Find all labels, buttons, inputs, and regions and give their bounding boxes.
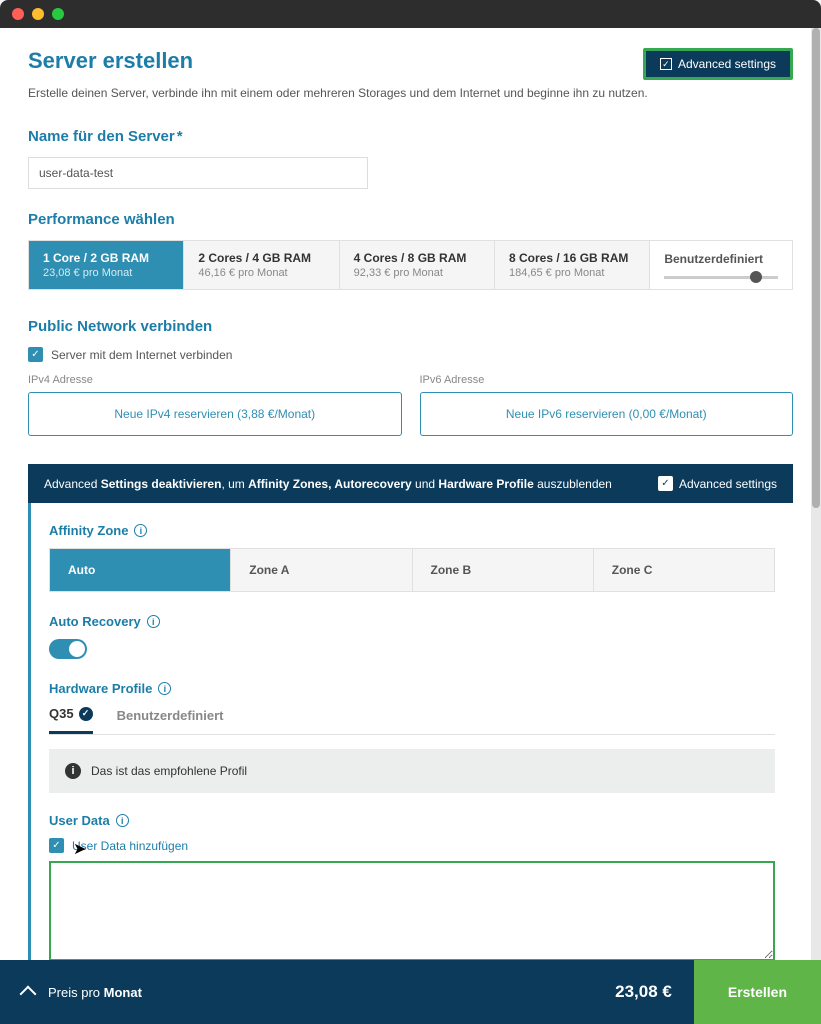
check-icon: ✓ (658, 476, 673, 491)
hardware-profile-label: Hardware Profile i (49, 681, 775, 696)
check-icon: ✓ (28, 347, 43, 362)
zone-a[interactable]: Zone A (231, 549, 412, 591)
advanced-settings-toggle[interactable]: ✓ Advanced settings (658, 476, 777, 491)
chevron-up-icon[interactable] (20, 986, 37, 1003)
footer-bar: Preis pro Monat 23,08 € Erstellen (0, 960, 821, 1024)
affinity-zone-options: Auto Zone A Zone B Zone C (49, 548, 775, 592)
total-price: 23,08 € (615, 960, 694, 1024)
advanced-banner: Advanced Settings deaktivieren, um Affin… (28, 464, 793, 503)
perf-option-2cores[interactable]: 2 Cores / 4 GB RAM 46,16 € pro Monat (184, 241, 339, 289)
performance-label: Performance wählen (28, 211, 793, 228)
perf-option-1core[interactable]: 1 Core / 2 GB RAM 23,08 € pro Monat (29, 241, 184, 289)
info-icon[interactable]: i (134, 524, 147, 537)
create-button[interactable]: Erstellen (694, 960, 821, 1024)
user-data-label: User Data i (49, 813, 775, 828)
perf-option-4cores[interactable]: 4 Cores / 8 GB RAM 92,33 € pro Monat (340, 241, 495, 289)
window-titlebar (0, 0, 821, 28)
page-title: Server erstellen (28, 48, 193, 74)
network-label: Public Network verbinden (28, 318, 793, 335)
page-subtitle: Erstelle deinen Server, verbinde ihn mit… (28, 86, 793, 100)
internet-checkbox-row[interactable]: ✓ Server mit dem Internet verbinden (28, 347, 793, 362)
affinity-zone-label: Affinity Zone i (49, 523, 775, 538)
scrollbar-thumb[interactable] (812, 28, 820, 508)
maximize-window-icon[interactable] (52, 8, 64, 20)
reserve-ipv4-button[interactable]: Neue IPv4 reservieren (3,88 €/Monat) (28, 392, 402, 436)
check-icon: ✓ (49, 838, 64, 853)
server-name-input[interactable] (28, 157, 368, 189)
user-data-textarea[interactable] (49, 861, 775, 960)
info-icon[interactable]: i (158, 682, 171, 695)
advanced-settings-label: Advanced settings (678, 57, 776, 71)
custom-slider[interactable] (664, 276, 778, 279)
perf-option-8cores[interactable]: 8 Cores / 16 GB RAM 184,65 € pro Monat (495, 241, 650, 289)
auto-recovery-toggle[interactable] (49, 639, 87, 659)
zone-c[interactable]: Zone C (594, 549, 774, 591)
info-icon[interactable]: i (147, 615, 160, 628)
price-label: Preis pro Monat (48, 985, 142, 1000)
zone-b[interactable]: Zone B (413, 549, 594, 591)
perf-option-custom[interactable]: Benutzerdefiniert (650, 241, 792, 289)
main-content: Server erstellen ✓ Advanced settings Ers… (0, 28, 821, 960)
performance-options: 1 Core / 2 GB RAM 23,08 € pro Monat 2 Co… (28, 240, 793, 290)
advanced-settings-button[interactable]: ✓ Advanced settings (643, 48, 793, 80)
hw-tab-custom[interactable]: Benutzerdefiniert (117, 706, 224, 734)
zone-auto[interactable]: Auto (50, 549, 231, 591)
ipv4-label: IPv4 Adresse (28, 374, 402, 386)
reserve-ipv6-button[interactable]: Neue IPv6 reservieren (0,00 €/Monat) (420, 392, 794, 436)
check-icon: ✓ (660, 58, 672, 70)
server-name-label: Name für den Server (28, 128, 793, 145)
minimize-window-icon[interactable] (32, 8, 44, 20)
hw-tab-q35[interactable]: Q35 ✓ (49, 706, 93, 734)
auto-recovery-label: Auto Recovery i (49, 614, 775, 629)
ipv6-label: IPv6 Adresse (420, 374, 794, 386)
close-window-icon[interactable] (12, 8, 24, 20)
info-icon: i (65, 763, 81, 779)
recommended-profile-banner: i Das ist das empfohlene Profil (49, 749, 775, 793)
user-data-checkbox-row[interactable]: ✓ User Data hinzufügen (49, 838, 775, 853)
info-icon[interactable]: i (116, 814, 129, 827)
check-circle-icon: ✓ (79, 707, 93, 721)
